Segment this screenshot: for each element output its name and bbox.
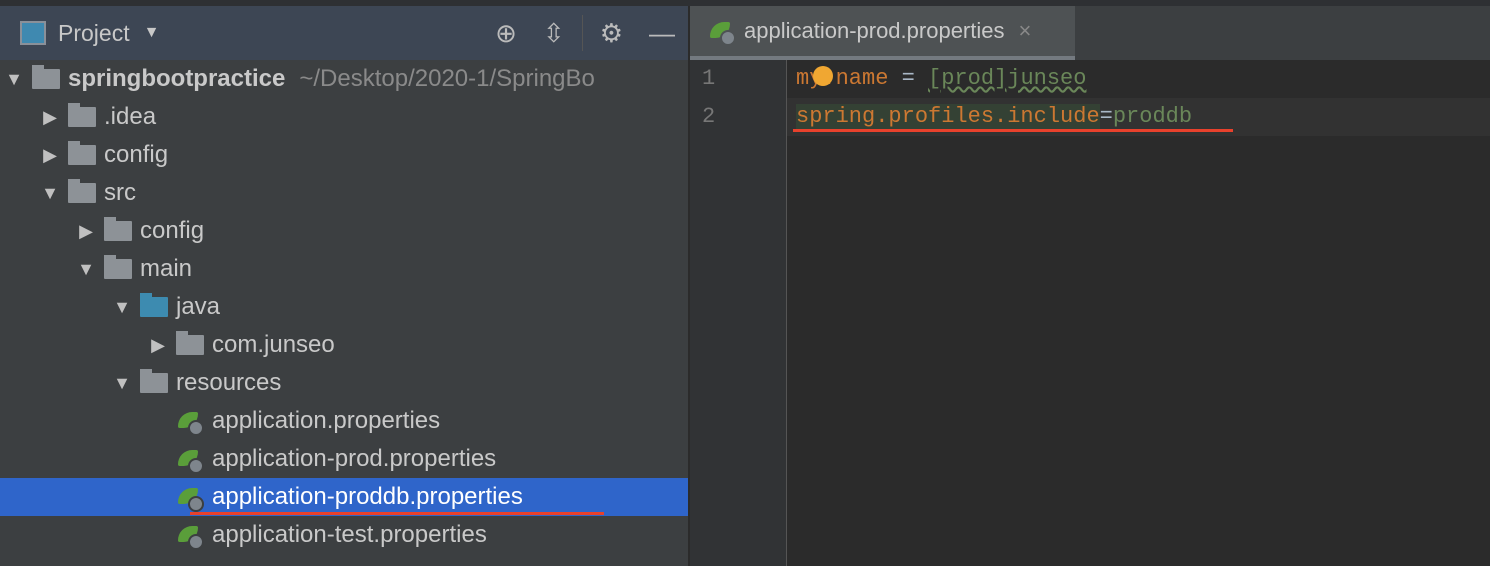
folder-icon (140, 369, 168, 393)
tree-item-label: .idea (104, 103, 157, 130)
tree-item-label: com.junseo (212, 331, 335, 358)
expanded-arrow-icon[interactable]: ▼ (36, 183, 64, 204)
tree-item[interactable]: ▼ springbootpractice ~/Desktop/2020-1/Spri… (0, 60, 688, 98)
tab-label: application-prod.properties (744, 18, 1005, 43)
line-number: 1 (702, 66, 716, 91)
tree-item[interactable]: application-prod.properties (0, 440, 688, 478)
expanded-arrow-icon[interactable]: ▼ (0, 69, 28, 90)
property-value: [prod]junseo (928, 66, 1087, 91)
tree-item[interactable]: ▼ resources (0, 364, 688, 402)
tree-item-label: config (104, 141, 169, 168)
tree-item[interactable]: ▶ .idea (0, 98, 688, 136)
gear-icon[interactable]: ⚙ (600, 18, 623, 49)
crosshair-icon[interactable]: ⊕ (495, 18, 517, 49)
project-view-selector[interactable]: Project (58, 20, 130, 47)
tree-item[interactable]: ▼ main (0, 250, 688, 288)
tree-item[interactable]: ▶ config (0, 212, 688, 250)
spring-properties-file-icon (176, 408, 204, 436)
tree-item-label: resources (176, 369, 282, 396)
equals-sign: = (1099, 104, 1113, 129)
tree-item-label: application-proddb.properties (212, 483, 523, 510)
line-number: 2 (702, 104, 716, 129)
collapsed-arrow-icon[interactable]: ▶ (144, 335, 172, 356)
property-key: my.name (796, 66, 889, 91)
expanded-arrow-icon[interactable]: ▼ (108, 297, 136, 318)
tree-item-label: application-prod.properties (212, 445, 497, 472)
tree-item[interactable]: application.properties (0, 402, 688, 440)
editor-tab-bar: application-prod.properties × (690, 6, 1490, 60)
project-icon (20, 21, 46, 45)
tree-item-label: springbootpractice (68, 65, 286, 92)
code-line[interactable]: spring.profiles.include=proddb (787, 98, 1490, 136)
spring-properties-file-icon (176, 522, 204, 550)
tree-item-label: application-test.properties (212, 521, 487, 548)
collapsed-arrow-icon[interactable]: ▶ (36, 107, 64, 128)
tree-item-label: src (104, 179, 136, 206)
collapse-icon[interactable]: ⇳ (543, 18, 565, 49)
project-panel-header: Project ▼ ⊕ ⇳ ⚙ — (0, 6, 688, 60)
tree-item-label: application.properties (212, 407, 441, 434)
folder-icon (140, 293, 168, 317)
expanded-arrow-icon[interactable]: ▼ (72, 259, 100, 280)
tree-item[interactable]: ▼ src (0, 174, 688, 212)
tree-item-label: main (140, 255, 193, 282)
project-path: ~/Desktop/2020-1/SpringBo (299, 65, 595, 92)
line-gutter: 1 2 (690, 60, 787, 566)
project-tree: ▼ springbootpractice ~/Desktop/2020-1/Spri… (0, 60, 688, 554)
spring-properties-file-icon (176, 484, 204, 512)
project-panel: Project ▼ ⊕ ⇳ ⚙ — ▼ springbootpractice ~/D… (0, 6, 688, 566)
folder-icon (68, 103, 96, 127)
folder-icon (104, 255, 132, 279)
collapsed-arrow-icon[interactable]: ▶ (72, 221, 100, 242)
minimize-icon[interactable]: — (649, 18, 675, 49)
package-icon (176, 331, 204, 355)
equals-sign: = (888, 66, 929, 91)
expanded-arrow-icon[interactable]: ▼ (108, 373, 136, 394)
divider (581, 15, 583, 51)
spring-properties-file-icon (708, 18, 736, 46)
lightbulb-icon[interactable] (813, 66, 833, 86)
tree-item-label: java (176, 293, 221, 320)
property-key: spring.profiles.include (796, 104, 1100, 129)
folder-icon (68, 179, 96, 203)
tree-item-label: config (140, 217, 205, 244)
tree-item[interactable]: application-test.properties (0, 516, 688, 554)
tree-item[interactable]: ▼ java (0, 288, 688, 326)
folder-icon (68, 141, 96, 165)
tree-item[interactable]: ▶ config (0, 136, 688, 174)
code-editor[interactable]: my.name = [prod]junseo spring.profiles.i… (787, 60, 1490, 566)
folder-icon (104, 217, 132, 241)
tree-item[interactable]: ▶ com.junseo (0, 326, 688, 364)
editor-area: application-prod.properties × 1 2 my.nam… (690, 6, 1490, 566)
code-line[interactable]: my.name = [prod]junseo (787, 60, 1490, 98)
property-value: proddb (1112, 104, 1193, 129)
editor-tab[interactable]: application-prod.properties × (690, 6, 1075, 60)
chevron-down-icon[interactable]: ▼ (144, 24, 160, 42)
red-underline-annotation (793, 129, 1233, 132)
red-underline-annotation (190, 512, 604, 515)
collapsed-arrow-icon[interactable]: ▶ (36, 145, 64, 166)
module-icon (32, 65, 60, 89)
spring-properties-file-icon (176, 446, 204, 474)
tree-item[interactable]: application-proddb.properties (0, 478, 688, 516)
close-icon[interactable]: × (1019, 18, 1032, 44)
